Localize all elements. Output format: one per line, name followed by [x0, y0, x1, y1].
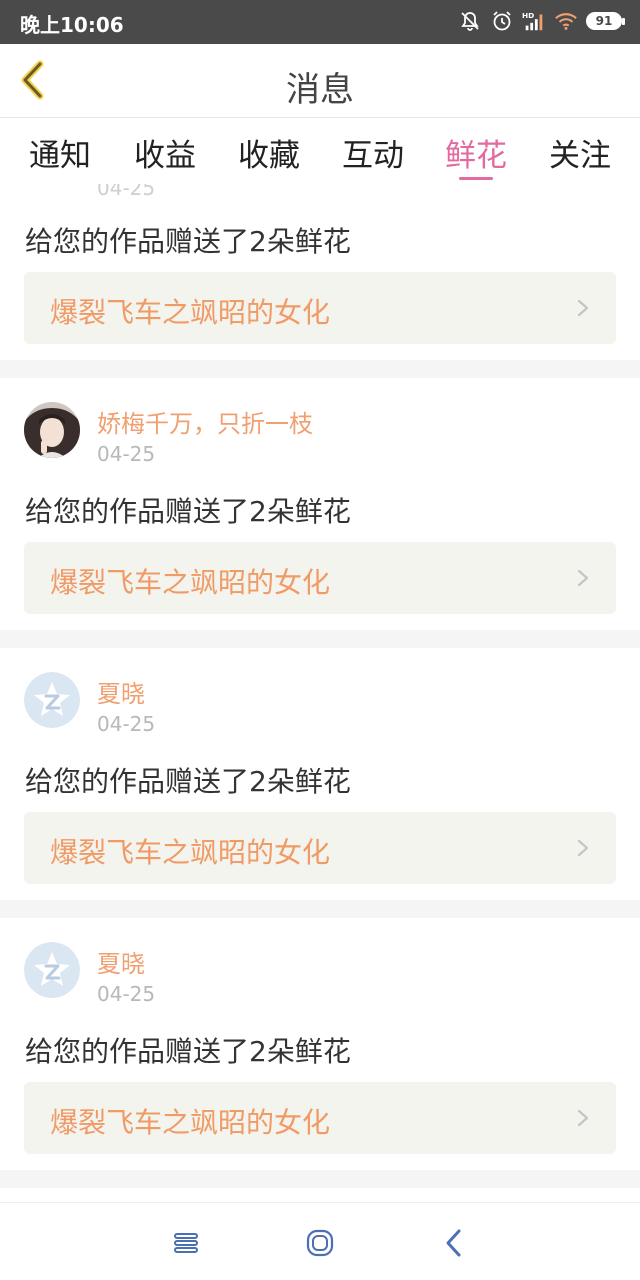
tab-label: 收益	[134, 138, 196, 174]
system-nav-bar	[0, 1202, 640, 1280]
message-list: 04-25 给您的作品赠送了2朵鲜花 爆裂飞车之飒昭的女化 娇梅千万，只折一枝 …	[0, 184, 640, 1202]
message-card: 04-25 给您的作品赠送了2朵鲜花 爆裂飞车之飒昭的女化	[0, 184, 640, 360]
tab-flowers[interactable]: 鲜花	[442, 130, 510, 180]
avatar[interactable]	[24, 402, 80, 458]
home-button[interactable]	[300, 1223, 340, 1263]
default-star-avatar-icon	[24, 942, 80, 998]
work-title: 爆裂飞车之飒昭的女化	[50, 296, 331, 329]
message-card: 夏晓 04-25 给您的作品赠送了2朵鲜花 爆裂飞车之飒昭的女化	[0, 648, 640, 900]
username[interactable]: 夏晓	[97, 944, 145, 979]
tab-following[interactable]: 关注	[546, 130, 614, 178]
message-text: 给您的作品赠送了2朵鲜花	[25, 495, 351, 528]
bell-muted-icon	[458, 8, 482, 34]
avatar[interactable]	[24, 942, 80, 998]
divider	[0, 630, 640, 648]
tab-interactions[interactable]: 互动	[339, 130, 407, 178]
tab-label: 互动	[342, 138, 404, 174]
message-date: 04-25	[97, 712, 156, 736]
svg-text:HD: HD	[522, 11, 534, 20]
work-title: 爆裂飞车之飒昭的女化	[50, 836, 331, 869]
message-date: 04-25	[97, 982, 156, 1006]
work-link[interactable]: 爆裂飞车之飒昭的女化	[24, 542, 616, 614]
message-card: 娇梅千万，只折一枝 04-25 给您的作品赠送了2朵鲜花 爆裂飞车之飒昭的女化	[0, 378, 640, 630]
message-text: 给您的作品赠送了2朵鲜花	[25, 1035, 351, 1068]
message-date: 04-25	[97, 442, 156, 466]
message-card: 夏晓 04-25 给您的作品赠送了2朵鲜花 爆裂飞车之飒昭的女化	[0, 918, 640, 1170]
chevron-right-icon	[577, 839, 589, 857]
active-tab-indicator	[459, 177, 493, 180]
message-text: 给您的作品赠送了2朵鲜花	[25, 765, 351, 798]
username[interactable]: 夏晓	[97, 674, 145, 709]
alarm-icon	[490, 8, 514, 34]
tab-favorites[interactable]: 收藏	[235, 130, 303, 178]
hd-signal-icon: HD	[522, 8, 546, 34]
chevron-right-icon	[577, 569, 589, 587]
tab-notifications[interactable]: 通知	[26, 130, 94, 178]
avatar[interactable]	[24, 672, 80, 728]
wifi-icon	[554, 8, 578, 34]
default-star-avatar-icon	[24, 672, 80, 728]
status-time: 晚上10:06	[20, 13, 124, 37]
username[interactable]: 娇梅千万，只折一枝	[97, 404, 313, 439]
tab-label: 收藏	[238, 138, 300, 174]
photo-avatar-icon	[24, 402, 80, 458]
tab-label: 通知	[29, 138, 91, 174]
work-link[interactable]: 爆裂飞车之飒昭的女化	[24, 1082, 616, 1154]
divider	[0, 1170, 640, 1188]
chevron-right-icon	[577, 299, 589, 317]
menu-button[interactable]	[166, 1223, 206, 1263]
tab-bar: 通知 收益 收藏 互动 鲜花 关注	[0, 118, 640, 184]
battery-level: 91	[595, 14, 613, 28]
status-bar: 晚上10:06 HD 91	[0, 0, 640, 44]
home-icon	[306, 1229, 334, 1257]
divider	[0, 900, 640, 918]
work-title: 爆裂飞车之飒昭的女化	[50, 566, 331, 599]
message-date: 04-25	[97, 184, 156, 200]
work-title: 爆裂飞车之飒昭的女化	[50, 1106, 331, 1139]
page-title: 消息	[286, 70, 354, 110]
divider	[0, 360, 640, 378]
message-text: 给您的作品赠送了2朵鲜花	[25, 225, 351, 258]
back-icon	[446, 1229, 461, 1257]
back-nav-button[interactable]	[434, 1223, 474, 1263]
work-link[interactable]: 爆裂飞车之飒昭的女化	[24, 272, 616, 344]
status-icons: HD 91	[458, 8, 625, 34]
title-bar: 消息	[0, 44, 640, 118]
tab-label: 鲜花	[445, 138, 507, 174]
work-link[interactable]: 爆裂飞车之飒昭的女化	[24, 812, 616, 884]
battery-icon: 91	[586, 12, 625, 30]
menu-icon	[174, 1233, 198, 1253]
chevron-right-icon	[577, 1109, 589, 1127]
tab-earnings[interactable]: 收益	[131, 130, 199, 178]
tab-label: 关注	[549, 138, 611, 174]
